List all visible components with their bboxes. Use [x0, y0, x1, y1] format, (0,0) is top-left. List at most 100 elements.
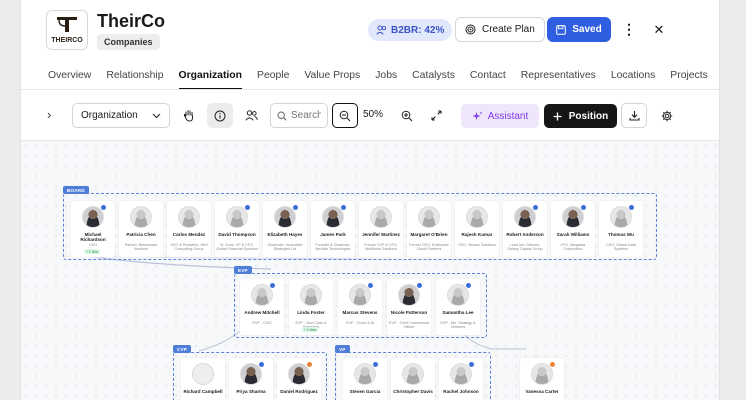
person-role: Partner, Benchmark Ventures [124, 243, 158, 252]
people-icon [376, 25, 387, 35]
search-input[interactable] [291, 110, 321, 121]
person-card[interactable]: Christopher Davis [391, 358, 435, 400]
company-panel: THEIRCO TheirCo Companies B2BR: 42% Crea… [20, 0, 720, 400]
pan-hand-button[interactable] [176, 103, 202, 128]
person-card[interactable]: Richard Campbell [181, 358, 225, 400]
tab-locations[interactable]: Locations [611, 68, 655, 90]
avatar [251, 284, 273, 306]
tab-jobs[interactable]: Jobs [375, 68, 397, 90]
person-card[interactable]: Elizabeth Hayes Chairman, Innovative Stra… [263, 201, 307, 257]
avatar [240, 363, 262, 385]
view-select[interactable]: Organization [72, 103, 170, 128]
person-card[interactable]: James Park Founder & Chairman, Nextlab Te… [311, 201, 355, 257]
person-card[interactable]: Thomas Wu CEO, Global Data Systems [599, 201, 643, 257]
gear-icon [661, 110, 673, 121]
create-plan-button[interactable]: Create Plan [455, 17, 545, 42]
person-role: CEO [89, 243, 97, 247]
person-card[interactable]: Patricia Chen Partner, Benchmark Ventures [119, 201, 163, 257]
status-dot [581, 205, 586, 210]
expand-chevron-icon[interactable]: › [47, 107, 51, 122]
add-position-button[interactable]: Position [544, 104, 617, 128]
status-dot [417, 283, 422, 288]
sparkle-icon [472, 111, 483, 120]
person-name: David Thompson [218, 232, 256, 237]
person-card[interactable]: Michael Richardson CEO + 1 New [71, 201, 115, 257]
plus-icon [553, 112, 562, 120]
person-name: Rachel Johnson [443, 389, 479, 394]
info-button[interactable] [207, 103, 233, 128]
people-icon [244, 110, 258, 121]
person-name: Jennifer Martinez [362, 232, 400, 237]
person-name: Michael Richardson [80, 232, 106, 243]
person-card[interactable]: Sarah Williams CFO, Megastar Corporation [551, 201, 595, 257]
target-icon [465, 24, 476, 35]
status-dot [293, 205, 298, 210]
person-card[interactable]: Priya SharmaCVP - Cloud Ops & [229, 358, 273, 400]
avatar [226, 206, 248, 228]
tab-value-props[interactable]: Value Props [304, 68, 360, 90]
person-card[interactable]: Rachel JohnsonVP - Global Sales [439, 358, 483, 400]
person-card[interactable]: Marcus Stevens EVP - Cloud & AI [338, 279, 382, 335]
close-icon[interactable]: ✕ [651, 20, 667, 40]
avatar [82, 206, 104, 228]
person-name: Christopher Davis [393, 389, 433, 394]
person-name: Robert Anderson [506, 232, 544, 237]
status-dot [533, 205, 538, 210]
status-dot [469, 362, 474, 367]
download-button[interactable] [621, 103, 647, 128]
person-card[interactable]: Steven GarciaVP - Global Ent. [343, 358, 387, 400]
people-filter-button[interactable] [238, 103, 264, 128]
hand-icon [183, 110, 193, 122]
create-plan-label: Create Plan [482, 24, 535, 35]
org-chart-canvas[interactable]: BOARD Michael Richardson CEO + 1 New Patri… [21, 141, 719, 400]
status-dot [466, 283, 471, 288]
avatar [402, 363, 424, 385]
person-card[interactable]: Daniel RodriguezCVP - GRC [277, 358, 321, 400]
person-card[interactable]: Jennifer Martinez Former SVP & CFO, NetWo… [359, 201, 403, 257]
person-card[interactable]: Carlos Mendez CEO & President, Well Compu… [167, 201, 211, 257]
tab-contact[interactable]: Contact [470, 68, 506, 90]
person-name: James Park [320, 232, 346, 237]
person-card[interactable]: Nicole Patterson EVP - Chief Commercial O… [387, 279, 431, 335]
person-card[interactable]: Samantha Lee EVP - Biz. Strategy & Ventur… [436, 279, 480, 335]
avatar [610, 206, 632, 228]
person-role: Lead Ind. Director, Galaxy Capital Group [507, 243, 543, 252]
person-name: Richard Campbell [183, 389, 223, 394]
tab-overview[interactable]: Overview [48, 68, 91, 90]
tab-people[interactable]: People [257, 68, 289, 90]
tab-organization[interactable]: Organization [178, 68, 243, 90]
person-card[interactable]: Margaret O'Brien Former CEO, Enterprise C… [407, 201, 451, 257]
person-name: Steven Garcia [349, 389, 381, 394]
tab-projects[interactable]: Projects [670, 68, 708, 90]
status-tag: + 1 New [302, 327, 319, 332]
zoom-out-button[interactable] [332, 103, 358, 128]
zoom-level: 50% [363, 109, 384, 120]
assistant-button[interactable]: Assistant [461, 104, 539, 128]
settings-button[interactable] [654, 103, 680, 128]
status-dot [245, 205, 250, 210]
tab-catalysts[interactable]: Catalysts [412, 68, 455, 90]
fit-screen-button[interactable] [423, 103, 449, 128]
person-name: Marcus Stevens [342, 310, 378, 315]
status-dot [629, 205, 634, 210]
person-card[interactable]: Andrew Mitchell EVP - COO [240, 279, 284, 335]
save-disk-icon [556, 24, 567, 35]
status-dot [270, 283, 275, 288]
status-dot [101, 205, 106, 210]
tab-bar: Overview Relationship Organization Peopl… [48, 68, 719, 90]
person-card[interactable]: Vanessa CarterDirector - Global [520, 358, 564, 400]
person-name: Thomas Wu [608, 232, 634, 237]
view-select-value: Organization [81, 110, 138, 121]
person-card[interactable]: Linda FosterEVP - Vice Chair & President… [289, 279, 333, 335]
search-field[interactable] [270, 103, 328, 128]
tab-relationship[interactable]: Relationship [106, 68, 163, 90]
zoom-in-button[interactable] [394, 103, 420, 128]
more-options-icon[interactable]: ⋮ [621, 20, 637, 40]
saved-button[interactable]: Saved [547, 17, 611, 42]
b2br-badge[interactable]: B2BR: 42% [368, 19, 453, 41]
person-card[interactable]: Rajesh Kumar CEO, Stream Solutions [455, 201, 499, 257]
person-card[interactable]: David Thompson Sr. Exec. VP & CFO, Global… [215, 201, 259, 257]
person-card[interactable]: Robert Anderson Lead Ind. Director, Galax… [503, 201, 547, 257]
status-dot [307, 362, 312, 367]
tab-representatives[interactable]: Representatives [521, 68, 596, 90]
